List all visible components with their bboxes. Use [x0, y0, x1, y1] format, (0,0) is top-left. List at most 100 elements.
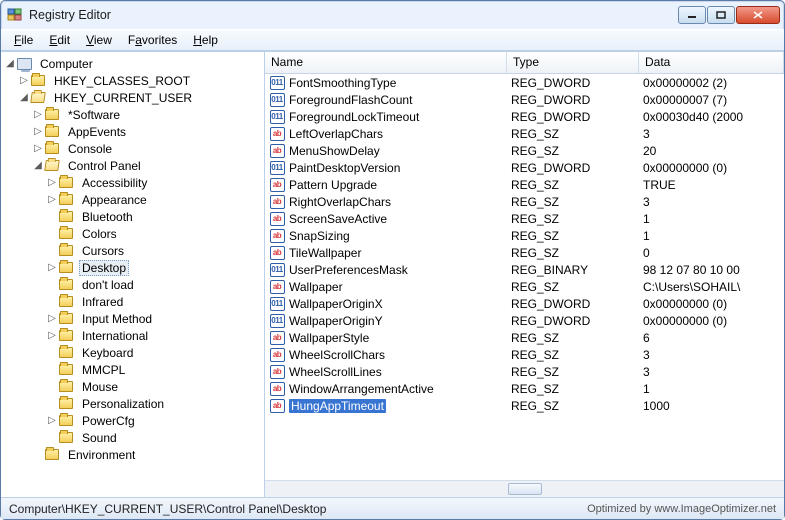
value-type: REG_SZ: [507, 348, 639, 362]
reg-sz-icon: ab: [269, 279, 285, 294]
collapse-icon[interactable]: ◢: [31, 160, 45, 171]
tree-cp-cursors[interactable]: Cursors: [1, 242, 264, 259]
list-row[interactable]: abWallpaperREG_SZC:\Users\SOHAIL\: [265, 278, 784, 295]
list-row[interactable]: abWindowArrangementActiveREG_SZ1: [265, 380, 784, 397]
reg-sz-icon: ab: [269, 245, 285, 260]
expand-icon[interactable]: ▷: [45, 194, 59, 205]
col-name[interactable]: Name: [265, 52, 507, 73]
list-row[interactable]: abMenuShowDelayREG_SZ20: [265, 142, 784, 159]
list-row[interactable]: 011WallpaperOriginXREG_DWORD0x00000000 (…: [265, 295, 784, 312]
watermark: Optimized by www.ImageOptimizer.net: [587, 503, 776, 515]
value-name: HungAppTimeout: [289, 399, 386, 413]
value-data: 0x00030d40 (2000: [639, 110, 784, 124]
tree-cp-mouse[interactable]: Mouse: [1, 378, 264, 395]
tree-software[interactable]: ▷*Software: [1, 106, 264, 123]
list-row[interactable]: 011UserPreferencesMaskREG_BINARY98 12 07…: [265, 261, 784, 278]
reg-sz-icon: ab: [269, 398, 285, 413]
folder-icon: [45, 142, 61, 156]
tree-cp-personalization[interactable]: Personalization: [1, 395, 264, 412]
tree-console[interactable]: ▷Console: [1, 140, 264, 157]
value-name: MenuShowDelay: [289, 144, 380, 158]
tree-cp-mmcpl[interactable]: MMCPL: [1, 361, 264, 378]
expand-icon[interactable]: ▷: [31, 143, 45, 154]
horizontal-scrollbar[interactable]: [265, 480, 784, 497]
maximize-button[interactable]: [707, 6, 735, 24]
tree-environment[interactable]: Environment: [1, 446, 264, 463]
menu-favorites[interactable]: Favorites: [121, 31, 184, 49]
folder-icon: [45, 125, 61, 139]
value-type: REG_SZ: [507, 212, 639, 226]
tree-cp-appearance[interactable]: ▷Appearance: [1, 191, 264, 208]
tree-cp-accessibility[interactable]: ▷Accessibility: [1, 174, 264, 191]
list-row[interactable]: abWheelScrollCharsREG_SZ3: [265, 346, 784, 363]
reg-sz-icon: ab: [269, 143, 285, 158]
value-name: WindowArrangementActive: [289, 382, 434, 396]
tree-cp-inputmethod[interactable]: ▷Input Method: [1, 310, 264, 327]
tree-cp-dontload[interactable]: don't load: [1, 276, 264, 293]
tree-hkcu[interactable]: ◢HKEY_CURRENT_USER: [1, 89, 264, 106]
list-row[interactable]: 011FontSmoothingTypeREG_DWORD0x00000002 …: [265, 74, 784, 91]
expand-icon[interactable]: ▷: [45, 313, 59, 324]
expand-icon[interactable]: ▷: [45, 330, 59, 341]
tree-cp-keyboard[interactable]: Keyboard: [1, 344, 264, 361]
list-row[interactable]: abHungAppTimeoutREG_SZ1000: [265, 397, 784, 414]
value-data: 0x00000007 (7): [639, 93, 784, 107]
titlebar[interactable]: Registry Editor: [1, 1, 784, 29]
list-row[interactable]: 011ForegroundFlashCountREG_DWORD0x000000…: [265, 91, 784, 108]
list-row[interactable]: abScreenSaveActiveREG_SZ1: [265, 210, 784, 227]
close-button[interactable]: [736, 6, 780, 24]
list-row[interactable]: 011ForegroundLockTimeoutREG_DWORD0x00030…: [265, 108, 784, 125]
list-row[interactable]: abTileWallpaperREG_SZ0: [265, 244, 784, 261]
list-row[interactable]: abWallpaperStyleREG_SZ6: [265, 329, 784, 346]
tree-cp-powercfg[interactable]: ▷PowerCfg: [1, 412, 264, 429]
tree-appevents[interactable]: ▷AppEvents: [1, 123, 264, 140]
value-name: Wallpaper: [289, 280, 343, 294]
value-name: TileWallpaper: [289, 246, 361, 260]
tree-computer[interactable]: ◢Computer: [1, 55, 264, 72]
menu-view[interactable]: View: [79, 31, 119, 49]
reg-dword-icon: 011: [269, 262, 285, 277]
value-name: ForegroundFlashCount: [289, 93, 412, 107]
collapse-icon[interactable]: ◢: [17, 92, 31, 103]
value-data: 6: [639, 331, 784, 345]
list-row[interactable]: abWheelScrollLinesREG_SZ3: [265, 363, 784, 380]
list-row[interactable]: abLeftOverlapCharsREG_SZ3: [265, 125, 784, 142]
tree-cp-bluetooth[interactable]: Bluetooth: [1, 208, 264, 225]
list-row[interactable]: abRightOverlapCharsREG_SZ3: [265, 193, 784, 210]
menu-help[interactable]: Help: [186, 31, 225, 49]
menu-edit[interactable]: Edit: [42, 31, 77, 49]
expand-icon[interactable]: ▷: [45, 177, 59, 188]
list-row[interactable]: abPattern UpgradeREG_SZTRUE: [265, 176, 784, 193]
folder-open-icon: [45, 159, 61, 173]
value-data: 0x00000000 (0): [639, 297, 784, 311]
expand-icon[interactable]: ▷: [45, 262, 59, 273]
value-type: REG_SZ: [507, 195, 639, 209]
value-type: REG_DWORD: [507, 161, 639, 175]
list-row[interactable]: 011PaintDesktopVersionREG_DWORD0x0000000…: [265, 159, 784, 176]
scroll-thumb[interactable]: [508, 483, 542, 495]
tree-cp-infrared[interactable]: Infrared: [1, 293, 264, 310]
tree-hkcr[interactable]: ▷HKEY_CLASSES_ROOT: [1, 72, 264, 89]
tree-cp-colors[interactable]: Colors: [1, 225, 264, 242]
value-type: REG_SZ: [507, 246, 639, 260]
menu-file[interactable]: File: [7, 31, 40, 49]
col-data[interactable]: Data: [639, 52, 784, 73]
tree-cp-sound[interactable]: Sound: [1, 429, 264, 446]
collapse-icon[interactable]: ◢: [3, 58, 17, 69]
window-title: Registry Editor: [29, 8, 678, 22]
tree-cp-international[interactable]: ▷International: [1, 327, 264, 344]
minimize-button[interactable]: [678, 6, 706, 24]
col-type[interactable]: Type: [507, 52, 639, 73]
expand-icon[interactable]: ▷: [17, 75, 31, 86]
list-row[interactable]: abSnapSizingREG_SZ1: [265, 227, 784, 244]
tree-pane[interactable]: ◢Computer ▷HKEY_CLASSES_ROOT ◢HKEY_CURRE…: [1, 52, 265, 497]
list-row[interactable]: 011WallpaperOriginYREG_DWORD0x00000000 (…: [265, 312, 784, 329]
value-type: REG_SZ: [507, 229, 639, 243]
tree-controlpanel[interactable]: ◢Control Panel: [1, 157, 264, 174]
expand-icon[interactable]: ▷: [45, 415, 59, 426]
expand-icon[interactable]: ▷: [31, 126, 45, 137]
expand-icon[interactable]: ▷: [31, 109, 45, 120]
tree-cp-desktop[interactable]: ▷Desktop: [1, 259, 264, 276]
value-type: REG_SZ: [507, 127, 639, 141]
list-body[interactable]: 011FontSmoothingTypeREG_DWORD0x00000002 …: [265, 74, 784, 480]
